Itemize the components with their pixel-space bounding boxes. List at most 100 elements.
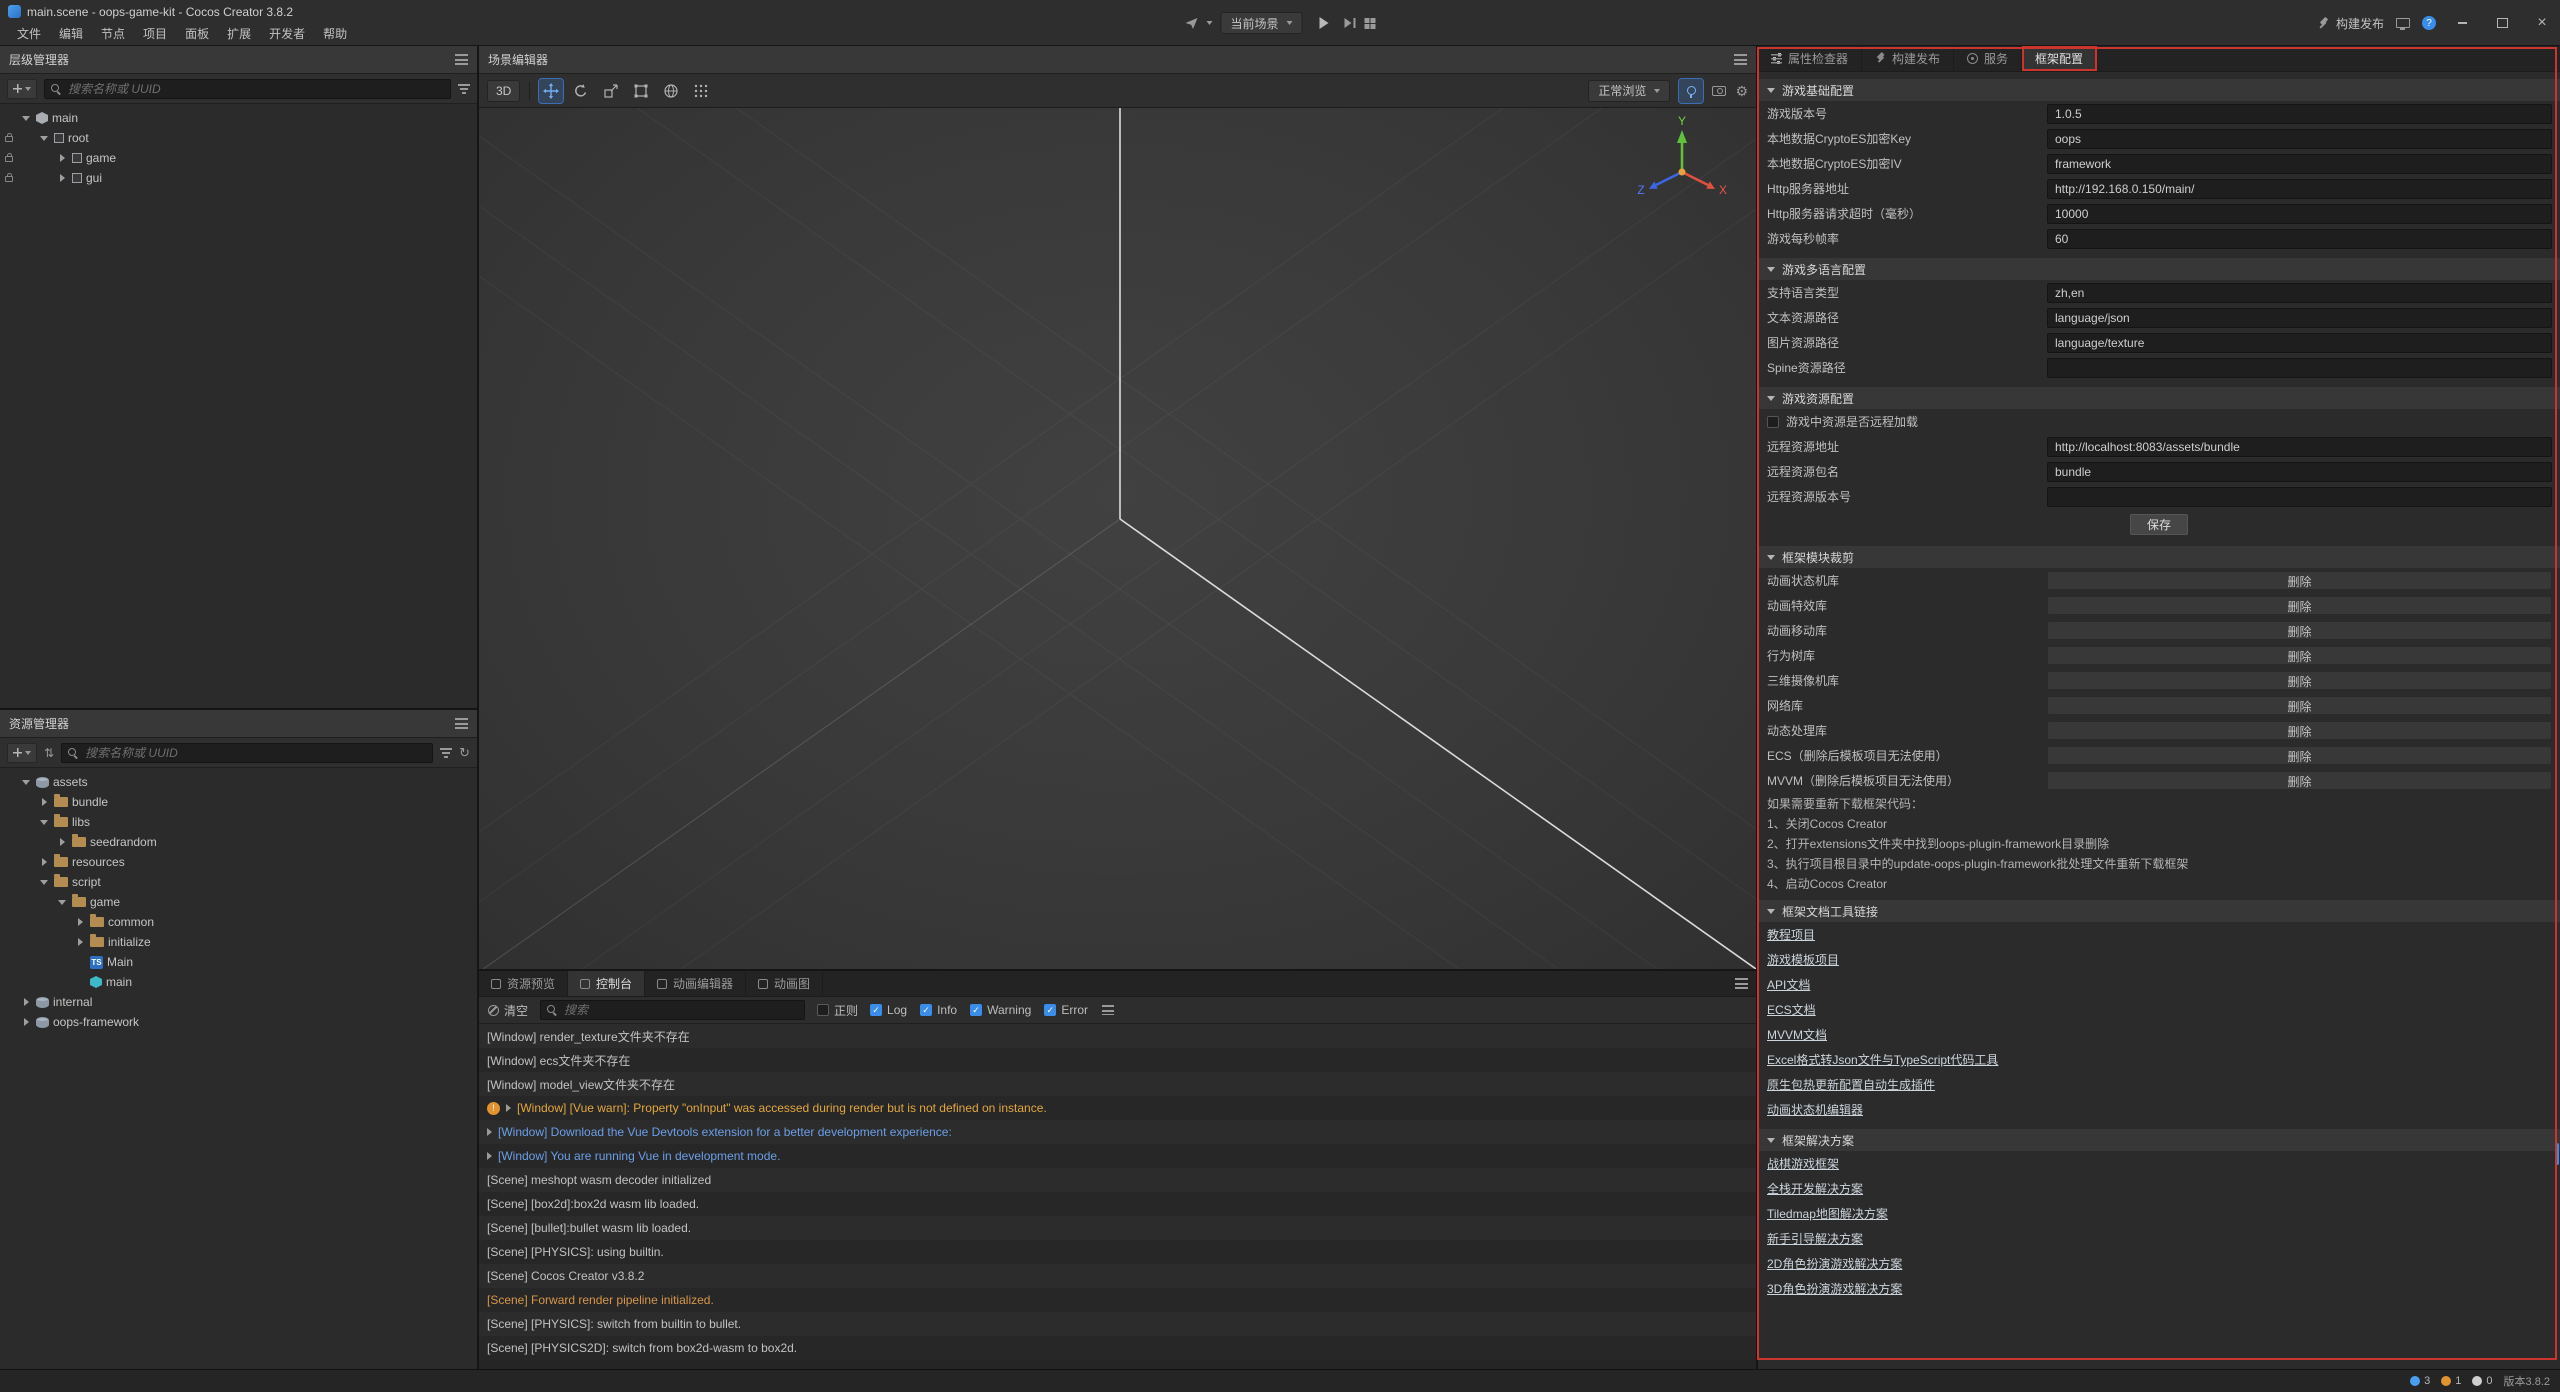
asset-node-common[interactable]: common [0,912,477,932]
asset-node-main[interactable]: main [0,972,477,992]
link-游戏模板项目[interactable]: 游戏模板项目 [1767,951,1839,968]
expand-arrow-icon[interactable] [38,858,50,866]
delete-button-动态处理库[interactable]: 删除 [2047,721,2552,740]
scale-tool-button[interactable] [599,79,623,103]
log-row[interactable]: [Window] model_view文件夹不存在 [479,1072,1756,1096]
delete-button-MVVM（删除后模板项目无法使用）[interactable]: 删除 [2047,771,2552,790]
link-战棋游戏框架[interactable]: 战棋游戏框架 [1767,1155,1839,1172]
expand-arrow-icon[interactable] [38,880,50,885]
property-input-游戏版本号[interactable] [2047,104,2552,124]
asset-node-libs[interactable]: libs [0,812,477,832]
asset-node-assets[interactable]: assets [0,772,477,792]
checkbox-icon[interactable] [920,1004,932,1016]
inspector-tab-服务[interactable]: 服务 [1954,46,2022,71]
snap-settings-button[interactable] [689,79,713,103]
clear-console-button[interactable]: 清空 [488,1002,528,1019]
step-button[interactable] [1345,17,1357,29]
log-row[interactable]: [Window] You are running Vue in developm… [479,1144,1756,1168]
link-ECS文档[interactable]: ECS文档 [1767,1001,1816,1018]
property-input-远程资源地址[interactable] [2047,437,2552,457]
scene-viewport[interactable]: Y X Z [479,108,1756,969]
collapse-all-icon[interactable] [1102,1005,1114,1015]
inspector-tab-构建发布[interactable]: 构建发布 [1862,46,1954,71]
expand-arrow-icon[interactable] [38,820,50,825]
maximize-button[interactable] [2488,0,2516,46]
delete-button-网络库[interactable]: 删除 [2047,696,2552,715]
log-row[interactable]: [Scene] [box2d]:box2d wasm lib loaded. [479,1192,1756,1216]
link-2D角色扮演游戏解决方案[interactable]: 2D角色扮演游戏解决方案 [1767,1255,1902,1272]
checkbox-icon[interactable] [817,1004,829,1016]
delete-button-行为树库[interactable]: 删除 [2047,646,2552,665]
run-target-caret-icon[interactable] [1206,21,1212,25]
expand-arrow-icon[interactable] [20,998,32,1006]
close-button[interactable] [2528,0,2556,46]
delete-button-动画状态机库[interactable]: 删除 [2047,571,2552,590]
expand-arrow-icon[interactable] [56,154,68,162]
log-row[interactable]: [Scene] Forward render pipeline initiali… [479,1288,1756,1312]
play-button[interactable] [1311,12,1337,34]
delete-button-三维摄像机库[interactable]: 删除 [2047,671,2552,690]
log-row[interactable]: [Window] render_texture文件夹不存在 [479,1024,1756,1048]
rotate-tool-button[interactable] [569,79,593,103]
panel-menu-icon[interactable] [455,718,468,729]
panel-menu-icon[interactable] [1734,54,1747,65]
property-input-游戏每秒帧率[interactable] [2047,229,2552,249]
camera-icon[interactable] [1712,86,1726,96]
section-header-框架模块裁剪[interactable]: 框架模块裁剪 [1758,546,2560,568]
expand-arrow-icon[interactable] [38,798,50,806]
property-input-图片资源路径[interactable] [2047,333,2552,353]
menu-项目[interactable]: 项目 [134,24,176,44]
filter-Warning[interactable]: Warning [970,1003,1031,1017]
minimize-button[interactable] [2448,0,2476,46]
hierarchy-node-root[interactable]: root [0,128,477,148]
rect-tool-button[interactable] [629,79,653,103]
asset-node-Main[interactable]: Main [0,952,477,972]
warning-count[interactable]: 1 [2441,1375,2461,1387]
link-原生包热更新配置自动生成插件[interactable]: 原生包热更新配置自动生成插件 [1767,1076,1935,1093]
asset-node-initialize[interactable]: initialize [0,932,477,952]
property-input-远程资源包名[interactable] [2047,462,2552,482]
log-row[interactable]: [Window] ecs文件夹不存在 [479,1048,1756,1072]
section-header-游戏基础配置[interactable]: 游戏基础配置 [1758,79,2560,101]
expand-arrow-icon[interactable] [20,116,32,121]
menu-帮助[interactable]: 帮助 [314,24,356,44]
run-target-icon[interactable] [1184,16,1198,30]
save-button[interactable]: 保存 [2130,514,2188,535]
asset-node-bundle[interactable]: bundle [0,792,477,812]
filter-icon[interactable] [440,748,452,758]
expand-arrow-icon[interactable] [20,780,32,785]
menu-节点[interactable]: 节点 [92,24,134,44]
property-input-文本资源路径[interactable] [2047,308,2552,328]
log-row[interactable]: [Scene] [PHYSICS]: switch from builtin t… [479,1312,1756,1336]
property-input-本地数据CryptoES加密IV[interactable] [2047,154,2552,174]
assets-searchbox[interactable] [61,743,433,763]
build-publish-button[interactable]: 构建发布 [2317,15,2384,32]
link-MVVM文档[interactable]: MVVM文档 [1767,1026,1827,1043]
link-动画状态机编辑器[interactable]: 动画状态机编辑器 [1767,1101,1863,1118]
checkbox-icon[interactable] [1767,416,1779,428]
console-searchbox[interactable] [540,1000,805,1020]
console-tab-资源预览[interactable]: 资源预览 [479,971,568,996]
asset-node-oops-framework[interactable]: oops-framework [0,1012,477,1032]
expand-chevron-icon[interactable] [487,1152,492,1160]
hierarchy-searchbox[interactable] [44,79,451,99]
filter-Info[interactable]: Info [920,1003,957,1017]
sort-icon[interactable] [44,747,54,759]
log-row[interactable]: [Window] Download the Vue Devtools exten… [479,1120,1756,1144]
section-header-游戏资源配置[interactable]: 游戏资源配置 [1758,387,2560,409]
property-input-支持语言类型[interactable] [2047,283,2552,303]
transform-space-button[interactable] [659,79,683,103]
view-mode-dropdown[interactable]: 正常浏览 [1588,80,1670,102]
expand-arrow-icon[interactable] [74,918,86,926]
log-row[interactable]: [Scene] [PHYSICS]: using builtin. [479,1240,1756,1264]
assets-search-input[interactable] [83,745,426,761]
log-row[interactable]: [Scene] meshopt wasm decoder initialized [479,1168,1756,1192]
link-全栈开发解决方案[interactable]: 全栈开发解决方案 [1767,1180,1863,1197]
add-node-button[interactable] [7,79,37,99]
expand-arrow-icon[interactable] [74,938,86,946]
error-count[interactable]: 0 [2472,1375,2492,1387]
property-input-本地数据CryptoES加密Key[interactable] [2047,129,2552,149]
delete-button-动画移动库[interactable]: 删除 [2047,621,2552,640]
console-search-input[interactable] [562,1002,798,1018]
asset-node-resources[interactable]: resources [0,852,477,872]
